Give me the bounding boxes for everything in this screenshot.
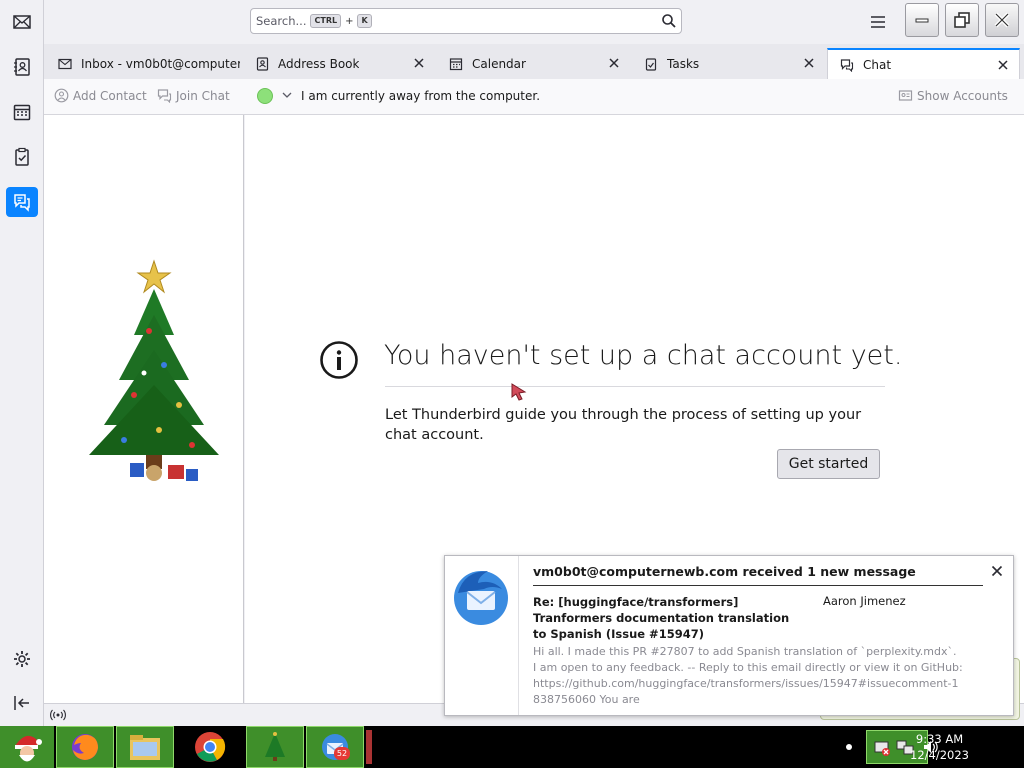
join-chat-label: Join Chat — [176, 88, 230, 103]
status-message[interactable]: I am currently away from the computer. — [301, 89, 540, 103]
restore-button[interactable] — [945, 3, 979, 37]
mail-icon — [58, 58, 72, 69]
tab-inbox[interactable]: Inbox - vm0b0t@computernewb.com — [46, 48, 240, 79]
tab-tasks[interactable]: Tasks — [632, 48, 825, 79]
close-tab-icon[interactable] — [997, 59, 1009, 71]
calendar-space-button[interactable] — [6, 97, 38, 127]
tasks-icon — [15, 147, 29, 166]
tab-label: Tasks — [667, 56, 700, 71]
collapse-left-icon — [14, 696, 29, 710]
search-icon[interactable] — [661, 13, 677, 29]
close-tab-icon[interactable] — [608, 57, 620, 69]
divider — [385, 386, 885, 387]
network-error-icon — [874, 741, 890, 756]
chat-icon — [840, 58, 854, 72]
spaces-toolbar — [0, 0, 44, 726]
connection-status-icon[interactable] — [50, 709, 66, 721]
shortcut-plus: + — [345, 15, 354, 27]
tab-label: Calendar — [472, 56, 526, 71]
tab-label: Address Book — [278, 56, 360, 71]
clock-date: 12/4/2023 — [910, 748, 969, 762]
unread-count-badge: 52 — [334, 747, 350, 760]
taskbar-separator — [366, 730, 372, 764]
no-account-description: Let Thunderbird guide you through the pr… — [385, 407, 862, 443]
mail-space-button[interactable] — [6, 7, 38, 37]
no-account-title: You haven't set up a chat account yet. — [384, 340, 903, 371]
chevron-down-icon[interactable] — [282, 90, 292, 100]
tab-address-book[interactable]: Address Book — [243, 48, 435, 79]
address-book-space-button[interactable] — [6, 52, 38, 82]
close-tab-icon[interactable] — [803, 57, 815, 69]
chat-toolbar: Add Contact Join Chat I am currently awa… — [44, 79, 1024, 115]
mail-icon — [13, 15, 31, 29]
christmas-tree-icon — [265, 732, 285, 761]
tab-calendar[interactable]: Calendar — [437, 48, 630, 79]
add-contact-label: Add Contact — [73, 88, 147, 103]
christmas-tree-image — [89, 259, 219, 481]
restore-icon — [954, 12, 970, 28]
notification-subject[interactable]: Re: [huggingface/transformers] Tranforme… — [533, 594, 798, 642]
calendar-icon — [449, 57, 463, 70]
divider — [533, 585, 983, 586]
gear-icon — [14, 651, 30, 667]
tab-bar: Inbox - vm0b0t@computernewb.com Address … — [44, 44, 1024, 79]
notification-sender: Aaron Jimenez — [823, 594, 906, 608]
search-placeholder: Search... — [256, 14, 307, 28]
notification-dot-icon[interactable] — [846, 744, 852, 750]
taskbar-xmas-app[interactable] — [246, 726, 304, 768]
chat-space-button[interactable] — [6, 187, 38, 217]
thunderbird-logo-icon — [454, 571, 508, 625]
close-icon — [994, 12, 1010, 28]
mouse-cursor-icon — [511, 383, 527, 401]
calendar-icon — [13, 104, 31, 121]
show-accounts-button[interactable]: Show Accounts — [898, 88, 1008, 103]
settings-button[interactable] — [6, 644, 38, 674]
new-mail-notification[interactable]: vm0b0t@computernewb.com received 1 new m… — [444, 555, 1014, 716]
contacts-pane[interactable] — [44, 115, 244, 703]
tab-label: Inbox - vm0b0t@computernewb.com — [81, 56, 240, 71]
tab-chat[interactable]: Chat — [827, 48, 1020, 79]
close-tab-icon[interactable] — [413, 57, 425, 69]
show-accounts-label: Show Accounts — [917, 88, 1008, 103]
notification-icon-area — [445, 556, 519, 715]
status-indicator[interactable] — [257, 88, 273, 104]
tasks-space-button[interactable] — [6, 142, 38, 172]
chat-icon — [14, 194, 30, 212]
minimize-icon — [915, 18, 929, 23]
notification-heading: vm0b0t@computernewb.com received 1 new m… — [533, 564, 916, 579]
santa-start-icon — [15, 735, 42, 762]
info-icon — [320, 341, 358, 379]
shortcut-key-ctrl: CTRL — [310, 14, 342, 28]
add-contact-button[interactable]: Add Contact — [54, 88, 147, 103]
chrome-icon — [195, 732, 226, 762]
clock-time: 9:33 AM — [915, 732, 964, 746]
add-contact-icon — [54, 88, 69, 103]
global-search-input[interactable]: Search... CTRL + K — [250, 8, 682, 34]
minimize-button[interactable] — [905, 3, 939, 37]
join-chat-button[interactable]: Join Chat — [157, 88, 230, 103]
notification-preview: Hi all. I made this PR #27807 to add Spa… — [533, 645, 963, 706]
windows-taskbar: 52 9:33 AM 12/4/2023 — [0, 726, 1024, 768]
accounts-icon — [898, 90, 913, 101]
taskbar-clock[interactable]: 9:33 AM 12/4/2023 — [910, 731, 969, 763]
address-book-icon — [14, 58, 30, 76]
close-window-button[interactable] — [985, 3, 1019, 37]
tab-label: Chat — [863, 57, 892, 72]
taskbar-firefox[interactable] — [56, 726, 114, 768]
shortcut-key-k: K — [357, 14, 372, 28]
collapse-spaces-button[interactable] — [6, 688, 38, 718]
taskbar-file-explorer[interactable] — [116, 726, 174, 768]
address-book-icon — [256, 56, 269, 71]
title-bar: Search... CTRL + K — [44, 0, 1024, 44]
start-button[interactable] — [0, 726, 54, 768]
get-started-button[interactable]: Get started — [777, 449, 880, 479]
firefox-icon — [72, 734, 98, 760]
taskbar-thunderbird[interactable] — [306, 726, 364, 768]
file-explorer-icon — [130, 735, 160, 760]
join-chat-icon — [157, 89, 172, 103]
hamburger-menu-icon[interactable] — [868, 12, 888, 32]
tasks-icon — [645, 57, 657, 71]
taskbar-chrome[interactable] — [178, 726, 242, 768]
close-icon[interactable] — [991, 565, 1003, 577]
